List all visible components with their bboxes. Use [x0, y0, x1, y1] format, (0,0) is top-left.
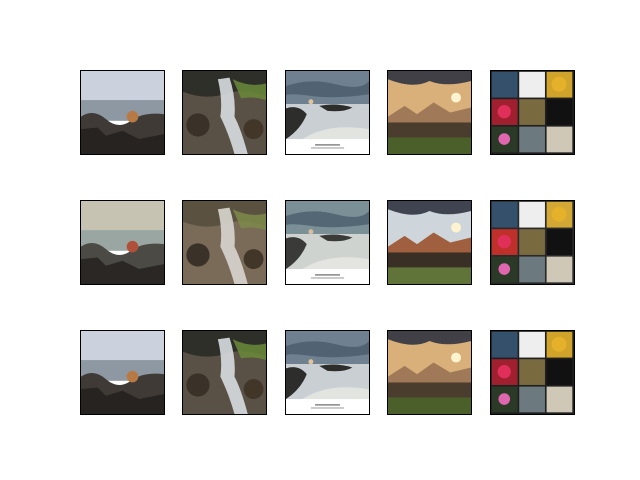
thumbnail-image [81, 201, 164, 284]
thumbnail-image [81, 71, 164, 154]
boulder [186, 373, 210, 397]
rock-highlight [126, 240, 139, 253]
collage-tile [546, 256, 573, 283]
flower [498, 133, 511, 145]
thumbnail-rocky-coast [80, 330, 165, 415]
red-flower [497, 235, 511, 249]
sun [451, 352, 462, 363]
collage-tile [546, 99, 573, 125]
collage-tile [546, 229, 573, 255]
collage-tile [519, 201, 545, 228]
sunflower [551, 206, 567, 222]
image-grid [0, 0, 640, 480]
thumbnail-rocky-coast [80, 70, 165, 155]
rock-highlight [126, 370, 139, 383]
thumbnail-waterfall [182, 200, 267, 285]
sunflower [551, 336, 567, 352]
collage-tile [519, 386, 545, 413]
thumbnail-image [286, 331, 369, 414]
collage-tile [546, 359, 573, 385]
sky [81, 201, 164, 231]
thumbnail-coast-with-caption [285, 200, 370, 285]
meadow [388, 137, 471, 154]
thumbnail-image [491, 331, 574, 414]
collage-tile [519, 331, 545, 358]
caption-line [315, 144, 340, 146]
thumbnail-rocky-coast [80, 200, 165, 285]
caption-line [310, 277, 345, 279]
boulder [186, 113, 210, 137]
thumbnail-mountain-sunset [387, 200, 472, 285]
sky [81, 71, 164, 101]
flower [498, 263, 511, 275]
boulder [243, 379, 264, 400]
red-flower [497, 105, 511, 119]
meadow [388, 397, 471, 414]
thumbnail-mountain-sunset [387, 70, 472, 155]
thumbnail-coast-with-caption [285, 330, 370, 415]
collage-tile [546, 386, 573, 413]
thumbnail-image [81, 331, 164, 414]
thumbnail-waterfall [182, 330, 267, 415]
boulder [186, 243, 210, 267]
thumbnail-mountain-sunset [387, 330, 472, 415]
caption-line [310, 407, 345, 409]
thumbnail-collage [490, 70, 575, 155]
thumbnail-image [286, 71, 369, 154]
collage-tile [491, 201, 518, 228]
boulder [243, 249, 264, 270]
collage-tile [519, 359, 545, 385]
rock-highlight [126, 110, 139, 123]
collage-tile [519, 71, 545, 98]
caption-line [310, 147, 345, 149]
thumbnail-image [183, 201, 266, 284]
thumbnail-waterfall [182, 70, 267, 155]
collage-tile [491, 331, 518, 358]
thumbnail-image [388, 71, 471, 154]
caption-line [315, 404, 340, 406]
thumbnail-image [388, 201, 471, 284]
thumbnail-coast-with-caption [285, 70, 370, 155]
caption-line [315, 274, 340, 276]
thumbnail-collage [490, 330, 575, 415]
sun-glow [308, 99, 314, 105]
thumbnail-image [183, 331, 266, 414]
sun-glow [308, 359, 314, 365]
boulder [243, 119, 264, 140]
collage-tile [519, 126, 545, 153]
thumbnail-image [491, 71, 574, 154]
sun [451, 222, 462, 233]
collage-tile [519, 256, 545, 283]
meadow [388, 267, 471, 284]
sky [81, 331, 164, 361]
sun [451, 92, 462, 103]
thumbnail-collage [490, 200, 575, 285]
sun-glow [308, 229, 314, 235]
red-flower [497, 365, 511, 379]
collage-tile [546, 126, 573, 153]
thumbnail-image [286, 201, 369, 284]
collage-tile [491, 71, 518, 98]
thumbnail-image [183, 71, 266, 154]
collage-tile [519, 229, 545, 255]
thumbnail-image [491, 201, 574, 284]
flower [498, 393, 511, 405]
sunflower [551, 76, 567, 92]
collage-tile [519, 99, 545, 125]
thumbnail-image [388, 331, 471, 414]
